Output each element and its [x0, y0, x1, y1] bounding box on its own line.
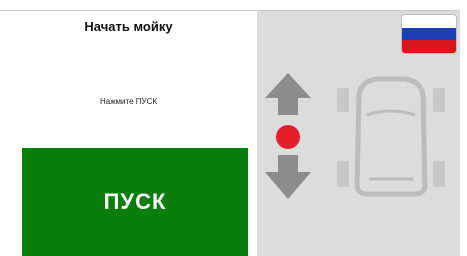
red-dot-icon — [276, 125, 300, 149]
russia-flag-icon[interactable] — [402, 15, 456, 53]
instruction-text: Нажмите ПУСК — [99, 97, 158, 106]
page-title: Начать мойку — [84, 19, 173, 34]
car-top-view-icon — [337, 76, 445, 197]
arrow-down-icon — [265, 155, 311, 199]
control-panel: Начать мойку Нажмите ПУСК ПУСК — [0, 11, 257, 256]
flag-stripe-white — [402, 15, 456, 28]
vehicle-position-panel — [257, 11, 460, 256]
flag-stripe-blue — [402, 27, 456, 41]
arrow-up-icon — [265, 73, 311, 115]
start-button[interactable]: ПУСК — [22, 148, 248, 256]
wash-terminal-screen: Начать мойку Нажмите ПУСК ПУСК — [0, 0, 467, 256]
flag-stripe-red — [402, 40, 456, 53]
